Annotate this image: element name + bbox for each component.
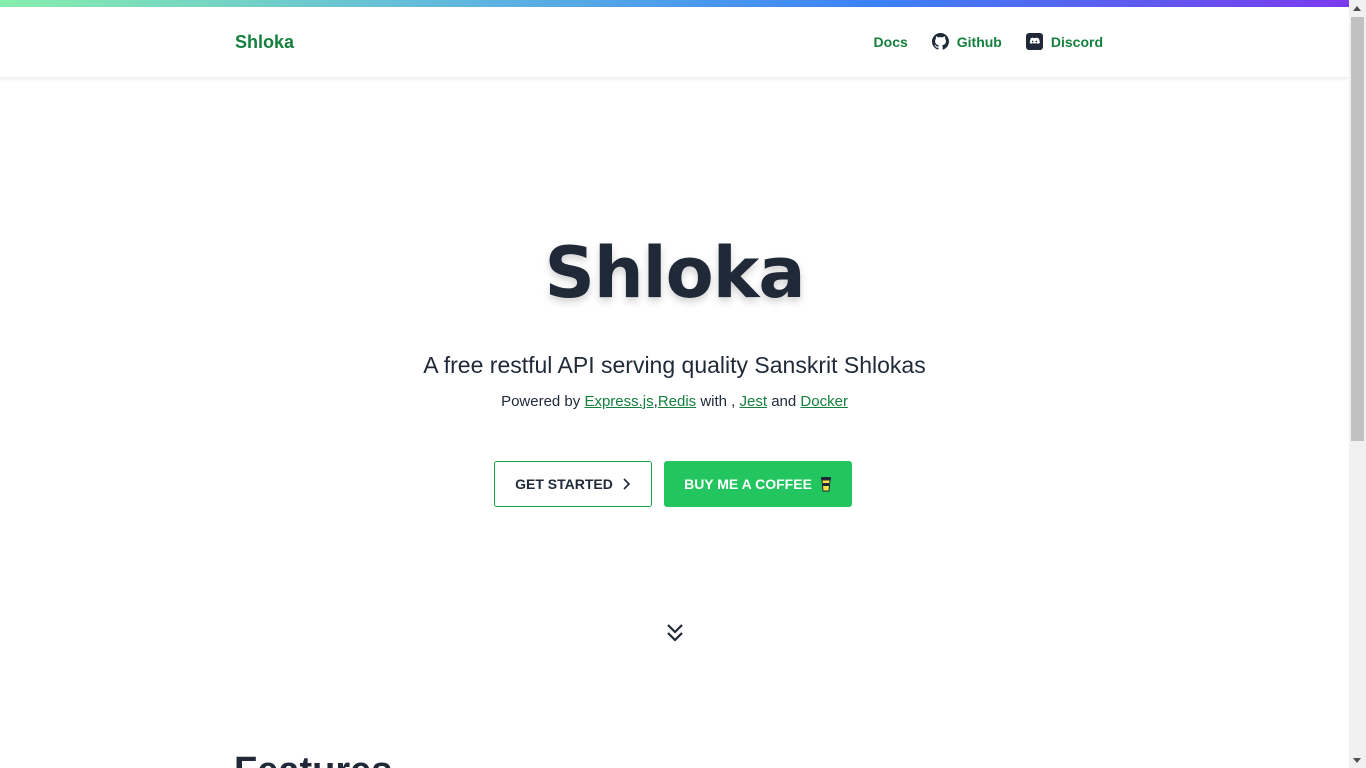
- scroll-thumb[interactable]: [1351, 17, 1364, 441]
- with-text: with ,: [700, 393, 736, 410]
- nav-discord-label: Discord: [1050, 33, 1103, 50]
- docker-link[interactable]: Docker: [800, 393, 848, 410]
- nav-docs-label: Docs: [873, 33, 908, 50]
- express-link[interactable]: Express.js: [584, 393, 653, 410]
- brand-logo[interactable]: Shloka: [235, 32, 294, 53]
- get-started-button[interactable]: GET STARTED: [494, 461, 652, 507]
- nav-discord-link[interactable]: Discord: [1025, 33, 1103, 50]
- get-started-label: GET STARTED: [515, 476, 613, 492]
- nav-docs-link[interactable]: Docs: [874, 34, 908, 50]
- coffee-cup-icon: [820, 477, 831, 492]
- nav-links: Docs Github Discord: [874, 33, 1103, 50]
- jest-link[interactable]: Jest: [740, 393, 768, 410]
- hero-title: Shloka: [544, 232, 805, 314]
- page-scrollbar[interactable]: [1349, 0, 1366, 768]
- top-gradient-bar: [0, 0, 1349, 7]
- powered-prefix: Powered by: [501, 393, 581, 410]
- buy-me-a-coffee-button[interactable]: BUY ME A COFFEE: [664, 461, 852, 507]
- double-chevron-down-icon[interactable]: [665, 622, 685, 644]
- hero-tagline: A free restful API serving quality Sansk…: [423, 352, 926, 378]
- discord-icon: [1025, 33, 1043, 50]
- and-text: and: [771, 393, 797, 410]
- redis-link[interactable]: Redis: [658, 393, 696, 410]
- nav-github-link[interactable]: Github: [931, 33, 1002, 50]
- powered-by-line: Powered by Express.js,Redis with , Jest …: [0, 393, 1349, 410]
- features-heading: Features: [234, 750, 392, 768]
- chevron-right-icon: [623, 478, 631, 490]
- coffee-label: BUY ME A COFFEE: [684, 476, 812, 492]
- github-icon: [931, 33, 949, 50]
- scroll-up-arrow-icon[interactable]: [1353, 6, 1361, 11]
- scroll-down-arrow-icon[interactable]: [1353, 758, 1361, 763]
- nav-github-label: Github: [956, 33, 1002, 50]
- navbar: Shloka Docs Github Discord: [0, 7, 1349, 77]
